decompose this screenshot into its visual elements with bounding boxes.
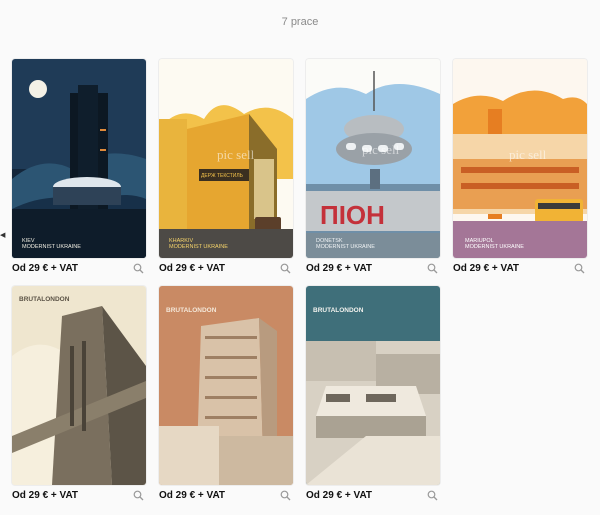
magnifier-icon[interactable] xyxy=(574,263,585,274)
poster-kiev-image: KIEV MODERNIST UKRAINE xyxy=(12,59,146,258)
poster-caption-series: MODERNIST UKRAINE xyxy=(465,244,524,250)
poster-thumbnail[interactable]: BRUTALONDON xyxy=(159,286,293,485)
price-label: Od 29 € + VAT xyxy=(12,490,79,501)
chevron-left-icon[interactable]: ◀ xyxy=(0,232,5,240)
poster-thumbnail[interactable]: ДЕРЖ ТЕКСТИЛЬ KHARKIV MODERNIST UKRAINE … xyxy=(159,59,293,258)
poster-caption-series: MODERNIST UKRAINE xyxy=(316,244,375,250)
poster-brutalondon-southbank-image: BRUTALONDON xyxy=(306,286,440,485)
building-sign: ДЕРЖ ТЕКСТИЛЬ xyxy=(201,173,244,179)
building-sign: ПІОН xyxy=(320,200,385,230)
poster-brand: BRUTALONDON xyxy=(313,307,364,314)
magnifier-icon[interactable] xyxy=(133,263,144,274)
watermark: pic sell xyxy=(217,147,255,162)
price-label: Od 29 € + VAT xyxy=(453,263,520,274)
watermark: pic sell xyxy=(362,142,400,157)
poster-mariupol-image: MARIUPOL MODERNIST UKRAINE pic sell xyxy=(453,59,587,258)
price-label: Od 29 € + VAT xyxy=(159,490,226,501)
price-label: Od 29 € + VAT xyxy=(306,263,373,274)
results-count: 7 prace xyxy=(281,16,319,28)
poster-caption-series: MODERNIST UKRAINE xyxy=(22,244,81,250)
poster-brand: BRUTALONDON xyxy=(19,296,70,303)
poster-caption-series: MODERNIST UKRAINE xyxy=(169,244,228,250)
product-card: BRUTALONDON Od 29 € + VAT xyxy=(159,286,293,507)
price-label: Od 29 € + VAT xyxy=(12,263,79,274)
magnifier-icon[interactable] xyxy=(133,490,144,501)
poster-thumbnail[interactable]: KIEV MODERNIST UKRAINE xyxy=(12,59,146,258)
poster-thumbnail[interactable]: MARIUPOL MODERNIST UKRAINE pic sell xyxy=(453,59,587,258)
poster-thumbnail[interactable]: BRUTALONDON xyxy=(306,286,440,485)
price-label: Od 29 € + VAT xyxy=(159,263,226,274)
magnifier-icon[interactable] xyxy=(427,263,438,274)
magnifier-icon[interactable] xyxy=(280,490,291,501)
product-card: KIEV MODERNIST UKRAINE Od 29 € + VAT xyxy=(12,59,146,280)
poster-donetsk-image: ПІОН DONETSK MODERNIST UKRAINE pic sell xyxy=(306,59,440,258)
product-card: ДЕРЖ ТЕКСТИЛЬ KHARKIV MODERNIST UKRAINE … xyxy=(159,59,293,280)
poster-thumbnail[interactable]: BRUTALONDON xyxy=(12,286,146,485)
poster-thumbnail[interactable]: ПІОН DONETSK MODERNIST UKRAINE pic sell xyxy=(306,59,440,258)
product-card: BRUTALONDON Od 29 € + VAT xyxy=(306,286,440,507)
magnifier-icon[interactable] xyxy=(427,490,438,501)
watermark: pic sell xyxy=(509,147,547,162)
poster-brand: BRUTALONDON xyxy=(166,307,217,314)
product-card: BRUTALONDON Od 29 € + VAT xyxy=(12,286,146,507)
product-card: MARIUPOL MODERNIST UKRAINE pic sell Od 2… xyxy=(453,59,587,280)
price-label: Od 29 € + VAT xyxy=(306,490,373,501)
poster-kharkiv-image: ДЕРЖ ТЕКСТИЛЬ KHARKIV MODERNIST UKRAINE … xyxy=(159,59,293,258)
product-card: ПІОН DONETSK MODERNIST UKRAINE pic sell … xyxy=(306,59,440,280)
poster-brutalondon-barbican-image: BRUTALONDON xyxy=(159,286,293,485)
magnifier-icon[interactable] xyxy=(280,263,291,274)
poster-brutalondon-tower-image: BRUTALONDON xyxy=(12,286,146,485)
